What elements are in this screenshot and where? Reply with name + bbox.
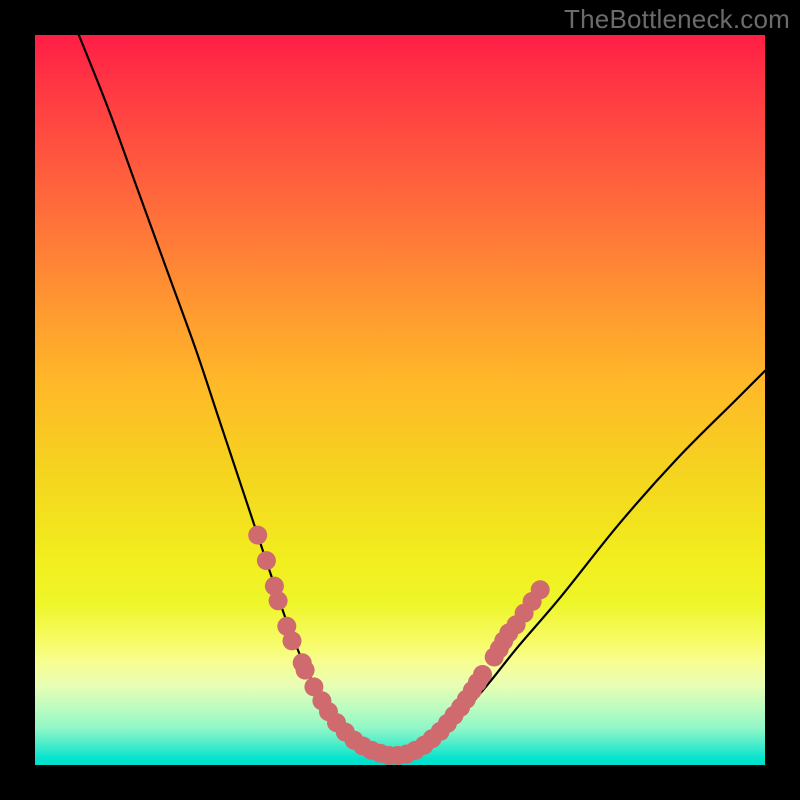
highlight-dots xyxy=(248,526,550,765)
highlight-dot xyxy=(531,580,550,599)
highlight-dot xyxy=(257,551,276,570)
highlight-dot xyxy=(248,526,267,545)
highlight-dot xyxy=(269,591,288,610)
highlight-dot xyxy=(296,661,315,680)
bottleneck-curve xyxy=(79,35,765,757)
chart-svg xyxy=(35,35,765,765)
chart-frame: TheBottleneck.com xyxy=(0,0,800,800)
highlight-dot xyxy=(473,665,492,684)
plot-area xyxy=(35,35,765,765)
highlight-dot xyxy=(283,631,302,650)
watermark-text: TheBottleneck.com xyxy=(564,4,790,35)
